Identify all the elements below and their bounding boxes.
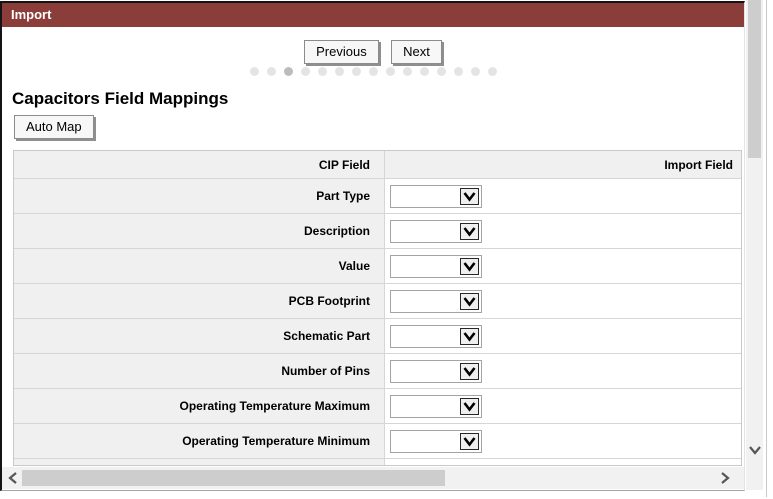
step-dot [351,67,361,76]
step-dot [368,67,378,76]
import-field-cell [385,179,741,213]
cip-field-label: Operating Temperature Maximum [14,389,385,423]
cip-field-label: Schematic Part [14,319,385,353]
window-titlebar: Import [2,3,744,27]
import-field-select[interactable] [390,464,482,465]
step-dot-active [283,67,293,76]
chevron-down-icon[interactable] [460,362,479,380]
vertical-scrollbar[interactable] [746,0,763,490]
table-row: PCB Footprint [14,284,741,319]
table-row: Number of Pins [14,354,741,389]
step-dot [470,67,480,76]
import-field-select[interactable] [390,359,482,383]
step-dots [2,67,744,77]
import-field-cell [385,319,741,353]
field-mapping-table: CIP Field Import Field Part Type Descript… [13,150,742,466]
chevron-down-icon[interactable] [460,257,479,275]
step-dot [334,67,344,76]
step-dot [385,67,395,76]
table-row [14,459,741,465]
chevron-right-icon[interactable] [718,470,732,486]
chevron-down-icon[interactable] [460,187,479,205]
horizontal-scrollbar[interactable] [2,467,744,489]
step-dot [300,67,310,76]
chevron-down-icon[interactable] [460,292,479,310]
cip-field-header: CIP Field [14,151,385,178]
import-field-select[interactable] [390,184,482,208]
chevron-down-icon[interactable] [460,397,479,415]
cip-field-label [14,459,385,465]
import-field-select[interactable] [390,219,482,243]
table-row: Value [14,249,741,284]
step-dot [249,67,259,76]
import-field-cell [385,459,741,465]
cip-field-label: Number of Pins [14,354,385,388]
next-button[interactable]: Next [391,40,442,64]
chevron-down-icon[interactable] [747,442,762,458]
cip-field-label: Operating Temperature Minimum [14,424,385,458]
cip-field-label: Value [14,249,385,283]
import-field-header: Import Field [664,157,733,172]
window-title: Import [11,7,52,22]
step-dot [419,67,429,76]
step-dot [436,67,446,76]
previous-button[interactable]: Previous [304,40,379,64]
table-row: Operating Temperature Maximum [14,389,741,424]
import-field-cell [385,389,741,423]
import-field-cell [385,354,741,388]
table-row: Description [14,214,741,249]
import-field-select[interactable] [390,429,482,453]
chevron-down-icon[interactable] [460,327,479,345]
chevron-down-icon[interactable] [460,432,479,450]
import-field-cell [385,424,741,458]
wizard-nav: Previous Next [2,40,744,64]
import-window: Import Previous Next Capacitors Field Ma… [0,1,745,491]
import-field-select[interactable] [390,289,482,313]
frame-right-border [766,0,767,497]
page: { "window": { "title": "Import" }, "nav"… [0,0,773,499]
import-field-select[interactable] [390,324,482,348]
import-field-cell [385,284,741,318]
auto-map-button[interactable]: Auto Map [14,115,94,139]
table-row: Schematic Part [14,319,741,354]
table-row: Operating Temperature Minimum [14,424,741,459]
step-dot [487,67,497,76]
vertical-scrollbar-thumb[interactable] [748,0,761,158]
mapping-rows: Part Type Description Value PCB Footprint Sc… [14,179,741,465]
table-header-row: CIP Field Import Field [14,151,741,179]
chevron-down-icon[interactable] [460,222,479,240]
import-field-select[interactable] [390,394,482,418]
import-field-cell [385,249,741,283]
chevron-left-icon[interactable] [6,470,20,486]
cip-field-label: PCB Footprint [14,284,385,318]
step-dot [317,67,327,76]
cip-field-label: Part Type [14,179,385,213]
step-dot [266,67,276,76]
cip-field-label: Description [14,214,385,248]
import-field-cell [385,214,741,248]
import-field-select[interactable] [390,254,482,278]
table-row: Part Type [14,179,741,214]
page-title: Capacitors Field Mappings [12,89,229,108]
step-dot [453,67,463,76]
step-dot [402,67,412,76]
horizontal-scrollbar-thumb[interactable] [22,470,445,486]
